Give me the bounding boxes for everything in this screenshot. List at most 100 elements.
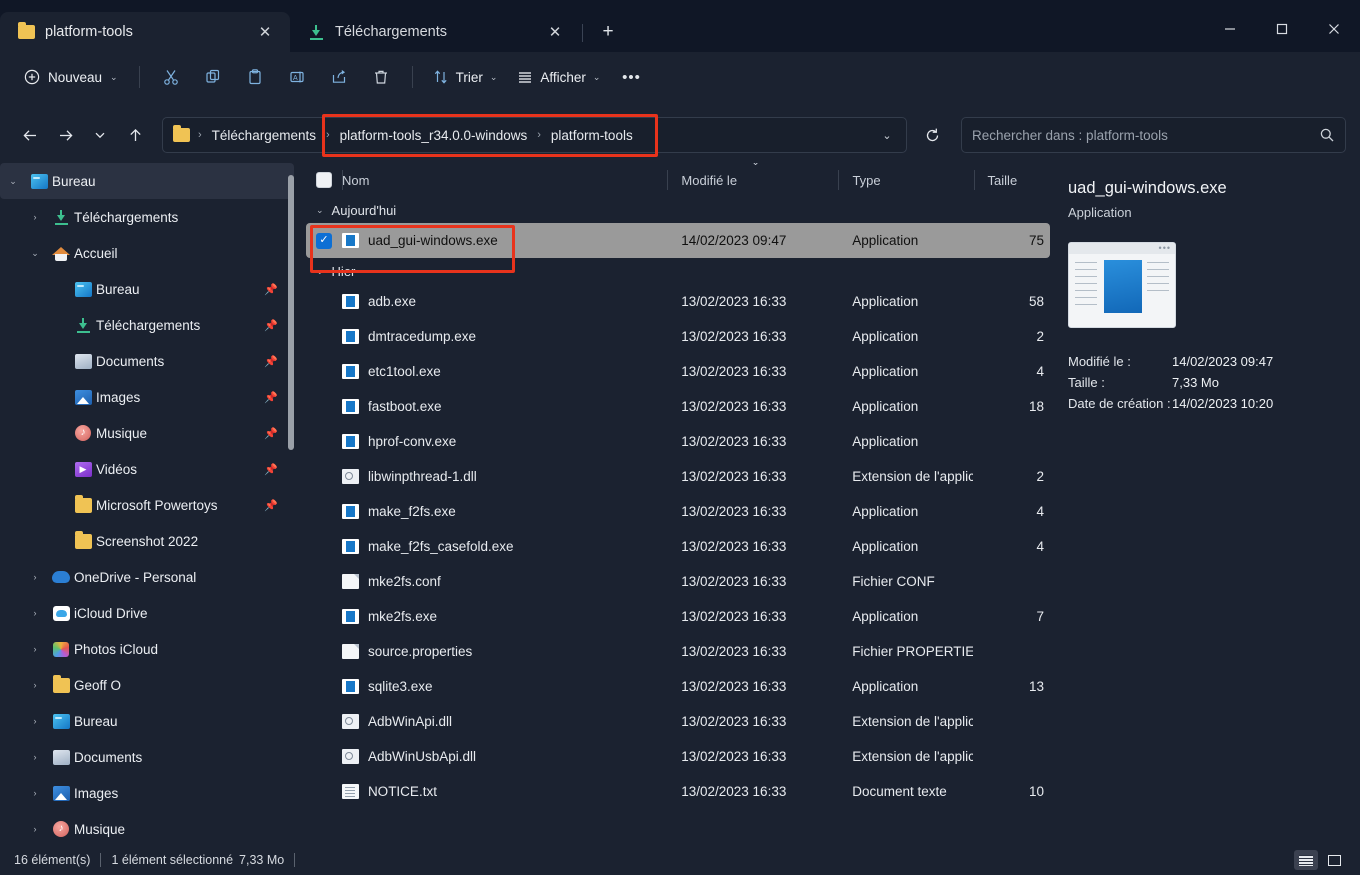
row-checkbox[interactable] — [306, 284, 342, 319]
tab-telechargements[interactable]: Téléchargements ✕ — [290, 12, 580, 52]
sidebar-item-screenshot-2022[interactable]: Screenshot 2022 — [0, 523, 294, 559]
sidebar-item-microsoft-powertoys[interactable]: Microsoft Powertoys 📌 — [0, 487, 294, 523]
more-options-button[interactable]: ••• — [611, 60, 651, 94]
search-box[interactable] — [961, 117, 1346, 153]
file-group-header[interactable]: ⌄ Aujourd'hui — [306, 197, 1050, 223]
sidebar-item-musique[interactable]: ♪ Musique 📌 — [0, 415, 294, 451]
recent-locations-button[interactable] — [84, 119, 116, 151]
table-row[interactable]: sqlite3.exe 13/02/2023 16:33 Application 13 — [306, 669, 1050, 704]
breadcrumb-item-platform-tools-r34[interactable]: platform-tools_r34.0.0-windows — [334, 125, 534, 146]
new-tab-button[interactable]: + — [591, 15, 625, 49]
close-button[interactable] — [1308, 6, 1360, 52]
column-header-type[interactable]: Type — [838, 163, 973, 197]
row-checkbox[interactable] — [306, 564, 342, 599]
sidebar-item-icloud-drive[interactable]: › iCloud Drive — [0, 595, 294, 631]
table-row[interactable]: mke2fs.exe 13/02/2023 16:33 Application 7 — [306, 599, 1050, 634]
chevron-right-icon[interactable]: › — [22, 680, 48, 690]
chevron-right-icon[interactable]: › — [22, 788, 48, 798]
view-button[interactable]: Afficher ⌄ — [508, 60, 609, 94]
copy-button[interactable] — [193, 60, 233, 94]
chevron-down-icon[interactable]: ⌄ — [316, 266, 324, 277]
sidebar-item-bureau[interactable]: ⌄ Bureau — [0, 163, 294, 199]
pin-icon[interactable]: 📌 — [264, 499, 278, 512]
file-group-header[interactable]: ⌄ Hier — [306, 258, 1050, 284]
column-header-name[interactable]: Nom — [341, 163, 667, 197]
table-row[interactable]: NOTICE.txt 13/02/2023 16:33 Document texte… — [306, 774, 1050, 809]
sidebar-item-musique[interactable]: › ♪ Musique — [0, 811, 294, 845]
row-checkbox[interactable] — [306, 774, 342, 809]
pin-icon[interactable]: 📌 — [264, 319, 278, 332]
navigation-sidebar[interactable]: ⌄ Bureau › Téléchargements ⌄ Accueil Bureau 📌 Té… — [0, 163, 300, 845]
file-list-pane[interactable]: Nom Modifié le ⌄ Type Taille ⌄ Aujourd'hu… — [306, 163, 1050, 845]
search-input[interactable] — [972, 127, 1319, 143]
pin-icon[interactable]: 📌 — [264, 355, 278, 368]
sidebar-item-accueil[interactable]: ⌄ Accueil — [0, 235, 294, 271]
table-row[interactable]: AdbWinApi.dll 13/02/2023 16:33 Extension d… — [306, 704, 1050, 739]
sidebar-item-vid-os[interactable]: ▶ Vidéos 📌 — [0, 451, 294, 487]
sidebar-item-t-l-chargements[interactable]: › Téléchargements — [0, 199, 294, 235]
table-row[interactable]: libwinpthread-1.dll 13/02/2023 16:33 Exten… — [306, 459, 1050, 494]
chevron-right-icon[interactable]: › — [22, 752, 48, 762]
select-all-checkbox[interactable] — [306, 163, 342, 197]
row-checkbox[interactable] — [306, 389, 342, 424]
chevron-right-icon[interactable]: › — [22, 644, 48, 654]
view-details-button[interactable] — [1294, 850, 1318, 870]
up-button[interactable] — [119, 119, 151, 151]
sidebar-scrollbar[interactable] — [288, 175, 294, 450]
breadcrumb[interactable]: › Téléchargements › platform-tools_r34.0… — [162, 117, 907, 153]
table-row[interactable]: dmtracedump.exe 13/02/2023 16:33 Applicati… — [306, 319, 1050, 354]
sidebar-item-geoff-o[interactable]: › Geoff O — [0, 667, 294, 703]
delete-button[interactable] — [361, 60, 401, 94]
checkbox-checked-icon[interactable]: ✓ — [315, 232, 332, 249]
refresh-button[interactable] — [916, 119, 948, 151]
cut-button[interactable] — [151, 60, 191, 94]
rename-button[interactable]: A — [277, 60, 317, 94]
table-row[interactable]: source.properties 13/02/2023 16:33 Fichier… — [306, 634, 1050, 669]
sidebar-item-photos-icloud[interactable]: › Photos iCloud — [0, 631, 294, 667]
row-checkbox[interactable] — [306, 319, 342, 354]
back-button[interactable] — [14, 119, 46, 151]
row-checkbox[interactable] — [306, 424, 342, 459]
sidebar-item-documents[interactable]: › Documents — [0, 739, 294, 775]
view-large-icons-button[interactable] — [1322, 850, 1346, 870]
row-checkbox[interactable] — [306, 529, 342, 564]
breadcrumb-item-platform-tools[interactable]: platform-tools — [545, 125, 639, 146]
row-checkbox[interactable] — [306, 704, 342, 739]
chevron-down-icon[interactable]: ⌄ — [22, 248, 48, 259]
sidebar-item-bureau[interactable]: › Bureau — [0, 703, 294, 739]
sidebar-item-onedrive-personal[interactable]: › OneDrive - Personal — [0, 559, 294, 595]
column-header-modified[interactable]: Modifié le ⌄ — [667, 163, 838, 197]
table-row[interactable]: make_f2fs.exe 13/02/2023 16:33 Application… — [306, 494, 1050, 529]
tab-close-icon[interactable]: ✕ — [252, 19, 278, 45]
row-checkbox[interactable] — [306, 459, 342, 494]
pin-icon[interactable]: 📌 — [264, 283, 278, 296]
row-checkbox[interactable] — [306, 354, 342, 389]
row-checkbox[interactable] — [306, 669, 342, 704]
chevron-down-icon[interactable]: ⌄ — [0, 176, 26, 187]
chevron-right-icon[interactable]: › — [22, 824, 48, 834]
chevron-right-icon[interactable]: › — [22, 608, 48, 618]
row-checkbox[interactable] — [306, 494, 342, 529]
sidebar-item-t-l-chargements[interactable]: Téléchargements 📌 — [0, 307, 294, 343]
chevron-down-icon[interactable]: ⌄ — [316, 205, 324, 216]
chevron-right-icon[interactable]: › — [22, 572, 48, 582]
row-checkbox[interactable]: ✓ — [306, 223, 342, 258]
sidebar-item-documents[interactable]: Documents 📌 — [0, 343, 294, 379]
breadcrumb-item-telechargements[interactable]: Téléchargements — [206, 125, 322, 146]
pin-icon[interactable]: 📌 — [264, 463, 278, 476]
row-checkbox[interactable] — [306, 739, 342, 774]
sidebar-item-images[interactable]: › Images — [0, 775, 294, 811]
share-button[interactable] — [319, 60, 359, 94]
breadcrumb-dropdown-icon[interactable]: ⌄ — [872, 129, 902, 142]
row-checkbox[interactable] — [306, 599, 342, 634]
checkbox-icon[interactable] — [315, 172, 332, 188]
chevron-right-icon[interactable]: › — [22, 716, 48, 726]
table-row[interactable]: fastboot.exe 13/02/2023 16:33 Application 1… — [306, 389, 1050, 424]
forward-button[interactable] — [49, 119, 81, 151]
table-row[interactable]: AdbWinUsbApi.dll 13/02/2023 16:33 Extensio… — [306, 739, 1050, 774]
maximize-button[interactable] — [1256, 6, 1308, 52]
table-row[interactable]: mke2fs.conf 13/02/2023 16:33 Fichier CONF — [306, 564, 1050, 599]
pin-icon[interactable]: 📌 — [264, 427, 278, 440]
search-icon[interactable] — [1319, 127, 1335, 143]
new-button[interactable]: Nouveau ⌄ — [14, 60, 128, 94]
